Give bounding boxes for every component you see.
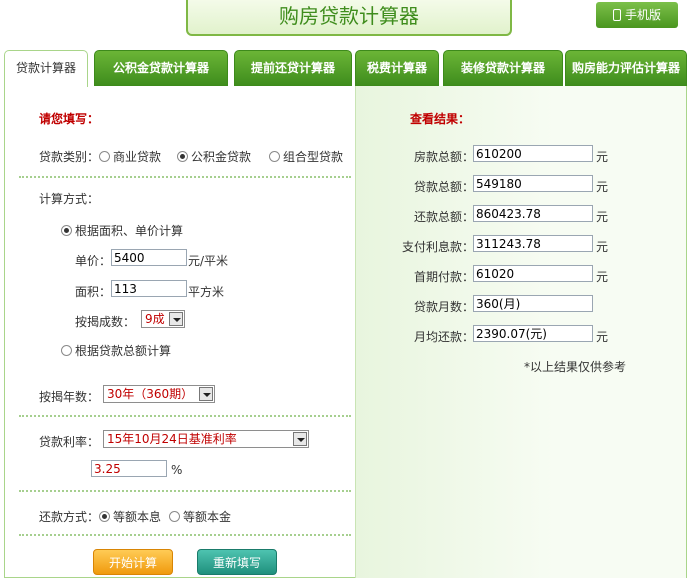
loan-type-commercial[interactable]: 商业贷款 xyxy=(99,148,161,165)
result-label-interest: 支付利息款： xyxy=(402,240,475,254)
result-unit: 元 xyxy=(596,240,609,254)
result-label-loan-months: 贷款月数： xyxy=(414,300,475,314)
divider xyxy=(19,415,351,417)
loan-type-combined[interactable]: 组合型贷款 xyxy=(269,148,343,165)
result-loan-total[interactable] xyxy=(473,175,593,192)
result-label-loan-total: 贷款总额： xyxy=(414,180,475,194)
area-label: 面积： xyxy=(75,285,112,299)
repay-equal-principal[interactable]: 等额本金 xyxy=(169,508,231,525)
radio-equal-principal[interactable] xyxy=(169,511,180,522)
loan-rate-input[interactable] xyxy=(91,460,167,477)
tab-purchasing-power-calculator[interactable]: 购房能力评估计算器 xyxy=(565,50,687,86)
tab-prepayment-calculator[interactable]: 提前还贷计算器 xyxy=(234,50,352,86)
calculator-panel: 请您填写： 贷款类别： 商业贷款 公积金贷款 组合型贷款 计算方式： 根据面积、… xyxy=(4,86,687,578)
mobile-version-label: 手机版 xyxy=(624,8,661,22)
loan-type-label: 贷款类别： xyxy=(39,150,100,164)
mobile-version-button[interactable]: 手机版 xyxy=(596,2,678,28)
result-monthly-payment[interactable] xyxy=(473,325,593,342)
divider xyxy=(19,490,351,492)
tab-renovation-loan-calculator[interactable]: 装修贷款计算器 xyxy=(443,50,563,86)
tab-loan-calculator[interactable]: 贷款计算器 xyxy=(4,50,88,87)
result-unit: 元 xyxy=(596,180,609,194)
result-interest[interactable] xyxy=(473,235,593,252)
reset-form-button[interactable]: 重新填写 xyxy=(197,549,277,575)
unit-price-input[interactable] xyxy=(111,249,187,266)
unit-price-label: 单价： xyxy=(75,254,112,268)
radio-method-area[interactable] xyxy=(61,225,72,236)
result-down-payment[interactable] xyxy=(473,265,593,282)
radio-combined-loan[interactable] xyxy=(269,151,280,162)
repay-equal-installment[interactable]: 等额本息 xyxy=(99,508,161,525)
result-unit: 元 xyxy=(596,270,609,284)
calc-method-label: 计算方式： xyxy=(39,192,100,206)
loan-type-provident-fund[interactable]: 公积金贷款 xyxy=(177,148,251,165)
form-title: 请您填写： xyxy=(39,112,100,126)
tab-tax-calculator[interactable]: 税费计算器 xyxy=(355,50,439,86)
radio-provident-fund-loan[interactable] xyxy=(177,151,188,162)
results-title: 查看结果： xyxy=(410,112,471,126)
result-label-repay-total: 还款总额： xyxy=(414,210,475,224)
unit-price-unit: 元/平米 xyxy=(188,254,229,268)
results-note: *以上结果仅供参考 xyxy=(524,360,627,374)
percent-sign: % xyxy=(171,463,183,477)
phone-icon xyxy=(612,9,621,21)
calculator-tabs: 贷款计算器 公积金贷款计算器 提前还贷计算器 税费计算器 装修贷款计算器 购房能… xyxy=(4,50,687,87)
mortgage-ratio-select[interactable]: 9成 xyxy=(141,310,185,328)
result-label-down-payment: 首期付款： xyxy=(414,270,475,284)
divider xyxy=(19,176,351,178)
result-label-house-total: 房款总额： xyxy=(414,150,475,164)
input-form: 请您填写： 贷款类别： 商业贷款 公积金贷款 组合型贷款 计算方式： 根据面积、… xyxy=(5,86,355,578)
result-unit: 元 xyxy=(596,210,609,224)
start-calculation-button[interactable]: 开始计算 xyxy=(93,549,173,575)
chevron-down-icon[interactable] xyxy=(199,387,213,401)
radio-equal-installment[interactable] xyxy=(99,511,110,522)
chevron-down-icon[interactable] xyxy=(169,312,183,326)
area-input[interactable] xyxy=(111,280,187,297)
method-by-area[interactable]: 根据面积、单价计算 xyxy=(61,222,183,239)
result-house-total[interactable] xyxy=(473,145,593,162)
repay-method-label: 还款方式： xyxy=(39,510,100,524)
divider xyxy=(19,534,351,536)
radio-commercial-loan[interactable] xyxy=(99,151,110,162)
results-panel: 查看结果： 房款总额： 元 贷款总额： 元 还款总额： 元 支付利息款： 元 首… xyxy=(356,86,686,578)
method-by-total[interactable]: 根据贷款总额计算 xyxy=(61,342,171,359)
mortgage-ratio-label: 按揭成数： xyxy=(75,315,136,329)
loan-rate-label: 贷款利率： xyxy=(39,435,100,449)
chevron-down-icon[interactable] xyxy=(293,432,307,446)
result-repay-total[interactable] xyxy=(473,205,593,222)
mortgage-years-label: 按揭年数： xyxy=(39,390,100,404)
tab-provident-fund-calculator[interactable]: 公积金贷款计算器 xyxy=(94,50,228,86)
result-label-monthly-payment: 月均还款： xyxy=(414,330,475,344)
radio-method-total[interactable] xyxy=(61,345,72,356)
result-loan-months[interactable] xyxy=(473,295,593,312)
loan-rate-select[interactable]: 15年10月24日基准利率 xyxy=(103,430,309,448)
area-unit: 平方米 xyxy=(188,285,225,299)
page-title: 购房贷款计算器 xyxy=(279,4,419,28)
mortgage-years-select[interactable]: 30年（360期） xyxy=(103,385,215,403)
result-unit: 元 xyxy=(596,150,609,164)
result-unit: 元 xyxy=(596,330,609,344)
page-title-banner: 购房贷款计算器 xyxy=(186,0,512,36)
